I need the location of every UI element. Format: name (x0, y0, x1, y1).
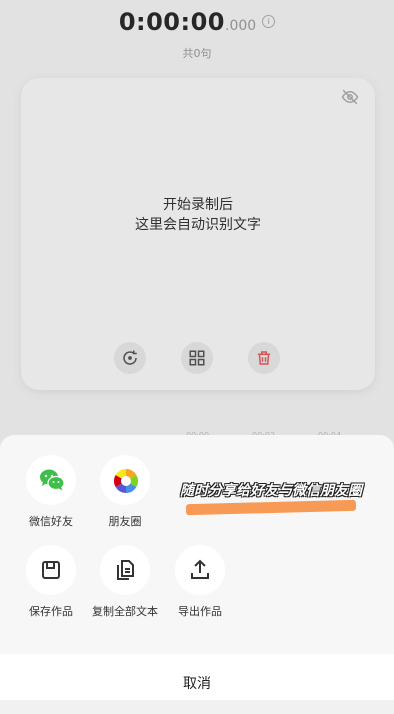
moments-icon-circle (100, 455, 150, 505)
export-work-button[interactable]: 导出作品 (162, 545, 238, 619)
wechat-icon (40, 469, 65, 491)
share-wechat-friend[interactable]: 微信好友 (13, 455, 89, 529)
promo-text: 随时分享给好友与微信朋友圈 (180, 483, 362, 499)
share-moments-label: 朋友圈 (108, 515, 142, 528)
share-moments[interactable]: 朋友圈 (87, 455, 163, 529)
copy-icon-circle (100, 545, 150, 595)
moments-aperture-icon (113, 469, 139, 493)
share-wechat-friend-label: 微信好友 (29, 515, 73, 528)
copy-document-icon (117, 560, 134, 580)
promo-highlight-stroke (185, 499, 357, 516)
cancel-button[interactable]: 取消 (0, 654, 394, 700)
save-icon-circle (26, 545, 76, 595)
wechat-icon-circle (26, 455, 76, 505)
save-work-button[interactable]: 保存作品 (13, 545, 89, 619)
promo-annotation: 随时分享给好友与微信朋友圈 (180, 480, 380, 520)
export-icon-circle (175, 545, 225, 595)
save-work-label: 保存作品 (29, 605, 73, 618)
export-work-label: 导出作品 (178, 605, 222, 618)
copy-all-text-label: 复制全部文本 (92, 605, 158, 618)
save-icon (42, 561, 60, 579)
upload-icon (191, 559, 209, 579)
copy-all-text-button[interactable]: 复制全部文本 (87, 545, 163, 619)
